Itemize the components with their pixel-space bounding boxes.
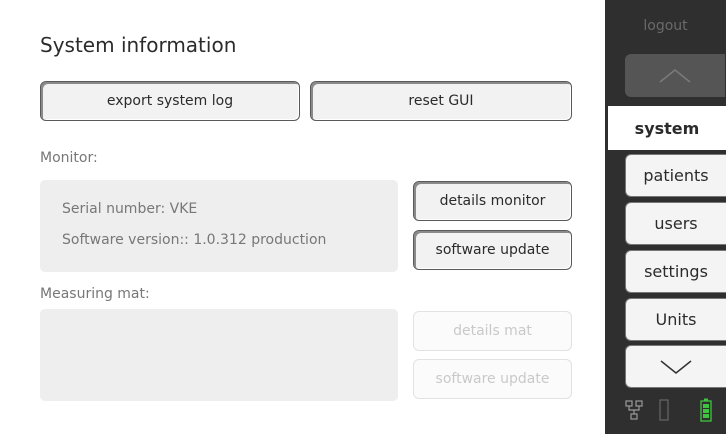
- monitor-software-update-button[interactable]: software update: [413, 230, 572, 270]
- export-system-log-button[interactable]: export system log: [40, 81, 300, 121]
- scroll-down-button[interactable]: [625, 345, 726, 388]
- tab-patients[interactable]: patients: [625, 154, 726, 197]
- mat-software-update-button[interactable]: software update: [413, 359, 572, 399]
- measuring-mat-section-label: Measuring mat:: [40, 286, 150, 302]
- logout-button[interactable]: logout: [605, 18, 726, 34]
- measuring-mat-info-panel: [40, 309, 398, 401]
- network-icon: [625, 400, 643, 420]
- details-monitor-button[interactable]: details monitor: [413, 181, 572, 221]
- monitor-serial-number: Serial number: VKE: [62, 201, 198, 217]
- monitor-section-label: Monitor:: [40, 150, 98, 166]
- tab-system[interactable]: system: [608, 106, 726, 150]
- status-bar: [605, 396, 726, 426]
- page-title: System information: [40, 33, 237, 57]
- monitor-info-panel: [40, 180, 398, 272]
- main-panel: System information export system log res…: [0, 0, 605, 434]
- tab-units[interactable]: Units: [625, 298, 726, 341]
- scroll-up-button[interactable]: [625, 54, 725, 97]
- battery-icon: [700, 398, 712, 422]
- chevron-up-icon: [659, 68, 691, 83]
- chevron-down-icon: [660, 359, 692, 374]
- details-mat-button[interactable]: details mat: [413, 311, 572, 351]
- tab-users[interactable]: users: [625, 202, 726, 245]
- measuring-mat-icon: [659, 399, 669, 421]
- tab-settings[interactable]: settings: [625, 250, 726, 293]
- sidebar-nav: logout system patients users settings Un…: [605, 0, 726, 434]
- reset-gui-button[interactable]: reset GUI: [310, 81, 572, 121]
- monitor-software-version: Software version:: 1.0.312 production: [62, 232, 327, 248]
